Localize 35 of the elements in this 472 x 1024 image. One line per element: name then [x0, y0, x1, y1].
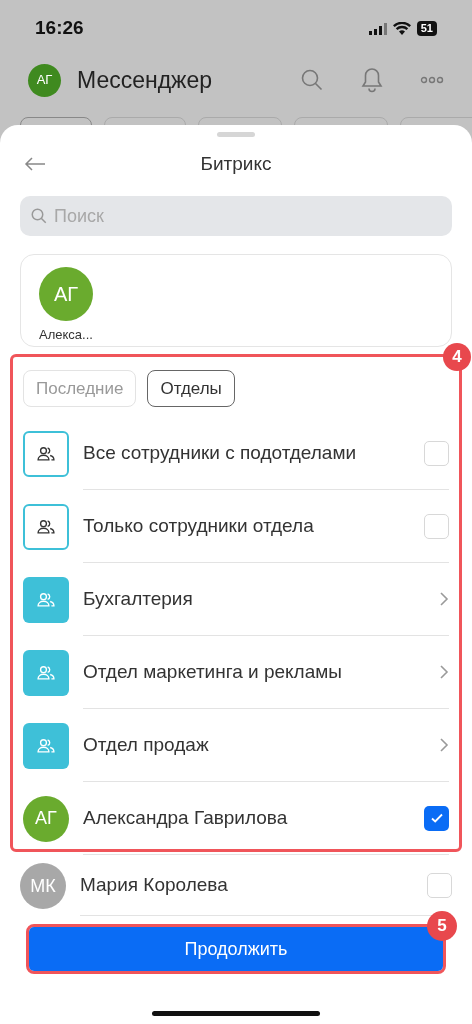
- sheet-title: Битрикс: [199, 151, 273, 176]
- filter-tab[interactable]: Отделы: [147, 370, 235, 407]
- bell-icon[interactable]: [360, 67, 384, 93]
- list-item-label[interactable]: Мария Королева: [80, 871, 427, 900]
- avatar[interactable]: АГ: [28, 63, 61, 97]
- list-item-label[interactable]: Все сотрудники с подотделами: [83, 438, 424, 468]
- annotation-badge: 4: [443, 343, 471, 371]
- more-icon[interactable]: [420, 76, 444, 84]
- wifi-icon: [392, 22, 411, 35]
- search-icon: [30, 207, 48, 225]
- signal-icon: [368, 22, 387, 35]
- list-item-label[interactable]: Только сотрудники отдела: [83, 511, 424, 541]
- back-arrow-icon[interactable]: [24, 157, 46, 171]
- check-icon: [429, 811, 444, 825]
- chevron-right-icon: [439, 664, 449, 680]
- list-item-label[interactable]: Бухгалтерия: [83, 584, 439, 614]
- list-item-label[interactable]: Александра Гаврилова: [83, 803, 424, 833]
- list-item-label[interactable]: Отдел продаж: [83, 730, 439, 760]
- checkbox[interactable]: [424, 513, 449, 539]
- avatar: АГ: [23, 795, 69, 842]
- checkbox[interactable]: [427, 873, 452, 898]
- battery-indicator: 51: [416, 21, 437, 36]
- search-field[interactable]: Поиск: [20, 196, 452, 236]
- chevron-right-icon: [439, 737, 449, 753]
- status-time: 16:26: [35, 16, 84, 41]
- checkbox[interactable]: [424, 805, 449, 831]
- list-item-label[interactable]: Отдел маркетинга и рекламы: [83, 657, 439, 687]
- avatar: МК: [20, 863, 66, 909]
- search-icon[interactable]: [300, 68, 324, 92]
- person-name: Алекса...: [39, 326, 93, 344]
- checkbox[interactable]: [424, 440, 449, 466]
- annotation-badge: 5: [427, 911, 457, 941]
- chevron-right-icon: [439, 591, 449, 607]
- drag-handle[interactable]: [217, 132, 255, 137]
- page-title: Мессенджер: [77, 65, 214, 95]
